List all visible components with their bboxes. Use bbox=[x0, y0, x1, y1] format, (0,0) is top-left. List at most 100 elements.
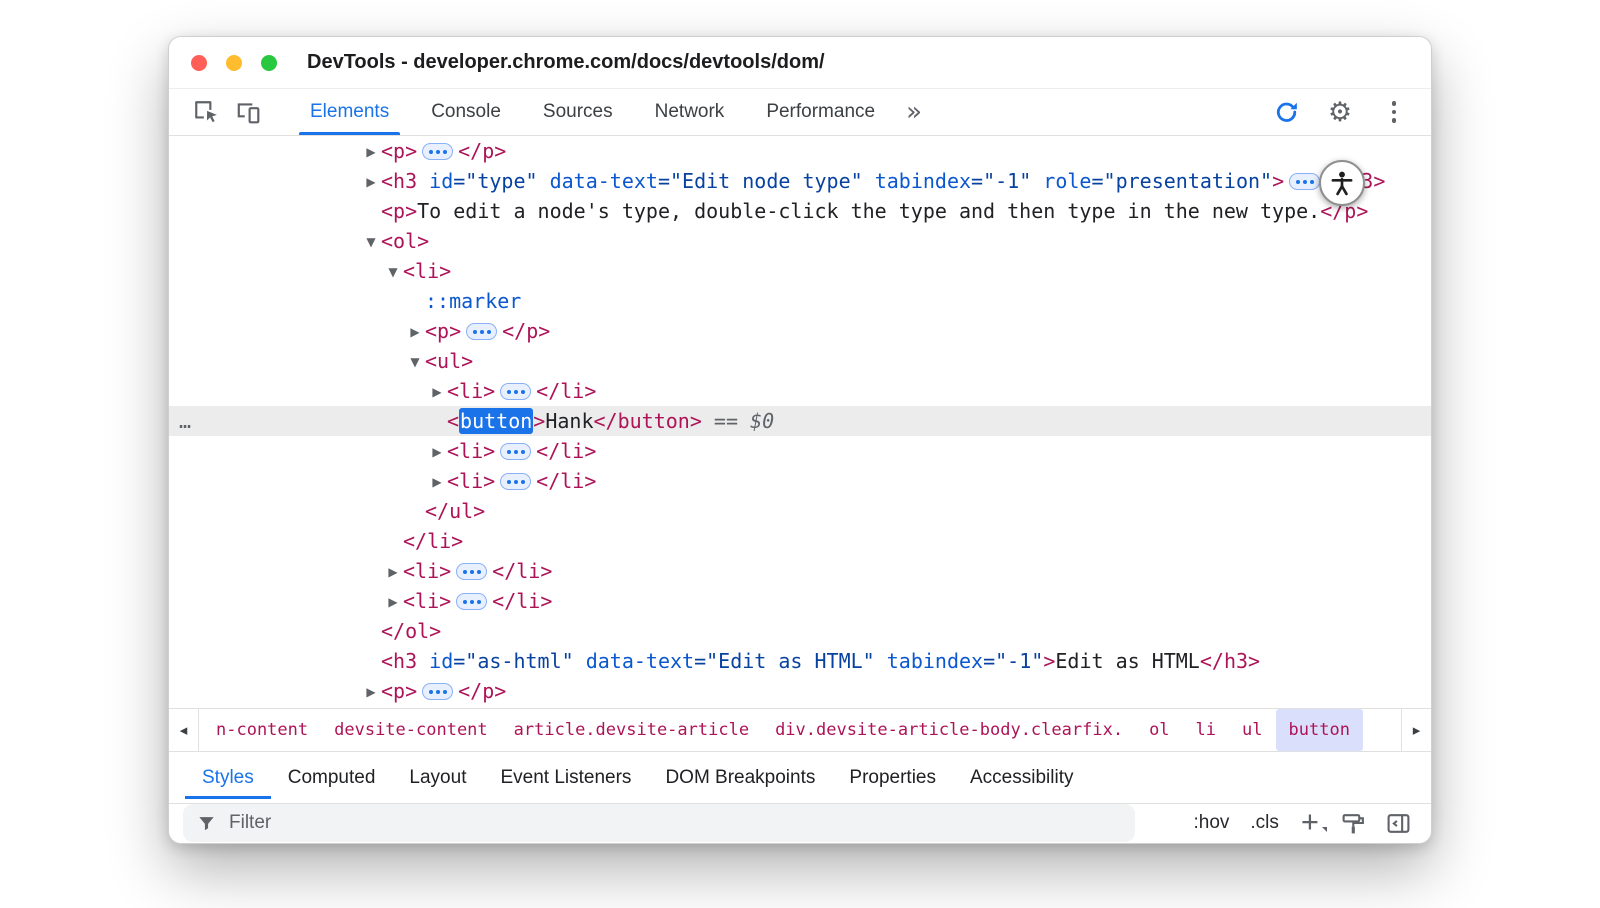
pill-dot bbox=[1310, 180, 1314, 184]
sidebar-tab-styles[interactable]: Styles bbox=[185, 756, 271, 799]
sidebar-tab-properties[interactable]: Properties bbox=[832, 756, 953, 799]
tree-row[interactable]: ▶<li></li> bbox=[169, 556, 1431, 586]
disclosure-collapsed-icon[interactable]: ▶ bbox=[427, 377, 447, 407]
expand-children-icon[interactable] bbox=[500, 473, 531, 490]
tab-elements[interactable]: Elements bbox=[289, 89, 410, 135]
filter-input[interactable] bbox=[227, 811, 1121, 835]
selected-tag-name: button bbox=[459, 408, 533, 434]
expand-children-icon[interactable] bbox=[456, 563, 487, 580]
pill-dot bbox=[429, 150, 433, 154]
disclosure-expanded-icon[interactable]: ▼ bbox=[383, 257, 403, 287]
disclosure-collapsed-icon[interactable]: ▶ bbox=[383, 587, 403, 617]
filter-field[interactable] bbox=[183, 804, 1135, 842]
tree-row[interactable]: ▶<p></p> bbox=[169, 316, 1431, 346]
pill-dot bbox=[443, 690, 447, 694]
tab-sources[interactable]: Sources bbox=[522, 89, 634, 135]
tree-row[interactable]: ▼<ul> bbox=[169, 346, 1431, 376]
pill-dot bbox=[521, 390, 525, 394]
breadcrumb: ◂ n-contentdevsite-contentarticle.devsit… bbox=[169, 708, 1431, 752]
pill-dot bbox=[477, 570, 481, 574]
tag-token: > bbox=[1043, 649, 1055, 673]
disclosure-collapsed-icon[interactable]: ▶ bbox=[361, 677, 381, 707]
tree-row[interactable]: </li> bbox=[169, 526, 1431, 556]
expand-children-icon[interactable] bbox=[500, 383, 531, 400]
toggle-sidebar-button[interactable] bbox=[1379, 805, 1417, 841]
tree-row[interactable]: ▼<li> bbox=[169, 256, 1431, 286]
breadcrumb-scroll-left-button[interactable]: ◂ bbox=[169, 709, 199, 751]
refresh-button[interactable] bbox=[1265, 94, 1307, 130]
tree-row[interactable]: ▼<ol> bbox=[169, 226, 1431, 256]
settings-button[interactable]: ⚙ bbox=[1319, 94, 1361, 130]
disclosure-collapsed-icon[interactable]: ▶ bbox=[361, 167, 381, 197]
expand-children-icon[interactable] bbox=[422, 143, 453, 160]
tree-row[interactable]: <h3 id="as-html" data-text="Edit as HTML… bbox=[169, 646, 1431, 676]
disclosure-collapsed-icon[interactable]: ▶ bbox=[405, 317, 425, 347]
disclosure-collapsed-icon[interactable]: ▶ bbox=[383, 557, 403, 587]
tag-token: <h3 bbox=[381, 649, 417, 673]
breadcrumb-item-li[interactable]: li bbox=[1183, 709, 1229, 751]
row-overflow-icon[interactable]: … bbox=[179, 406, 192, 436]
breadcrumb-item-button[interactable]: button bbox=[1276, 709, 1363, 751]
sidebar-tab-layout[interactable]: Layout bbox=[392, 756, 483, 799]
menu-button[interactable] bbox=[1373, 94, 1415, 130]
text-token: Hank bbox=[545, 409, 593, 433]
disclosure-collapsed-icon[interactable]: ▶ bbox=[427, 467, 447, 497]
sidebar-tab-computed[interactable]: Computed bbox=[271, 756, 393, 799]
tree-row[interactable]: ▶<p></p> bbox=[169, 136, 1431, 166]
disclosure-collapsed-icon[interactable]: ▶ bbox=[427, 437, 447, 467]
expand-children-icon[interactable] bbox=[456, 593, 487, 610]
tree-row[interactable]: <p>To edit a node's type, double-click t… bbox=[169, 196, 1431, 226]
breadcrumb-item-ol[interactable]: ol bbox=[1136, 709, 1182, 751]
tab-network[interactable]: Network bbox=[634, 89, 746, 135]
tree-row[interactable]: ▶<li></li> bbox=[169, 376, 1431, 406]
breadcrumb-item-n-content[interactable]: n-content bbox=[203, 709, 321, 751]
device-toolbar-button[interactable] bbox=[227, 94, 269, 130]
close-button[interactable] bbox=[191, 55, 207, 71]
new-style-rule-button[interactable]: + bbox=[1293, 806, 1327, 837]
tab-console[interactable]: Console bbox=[410, 89, 522, 135]
sidebar-tab-event-listeners[interactable]: Event Listeners bbox=[483, 756, 648, 799]
tree-row[interactable]: ▶<p></p> bbox=[169, 676, 1431, 706]
pill-dot bbox=[521, 480, 525, 484]
expand-children-icon[interactable] bbox=[422, 683, 453, 700]
breadcrumb-item-devsite-content[interactable]: devsite-content bbox=[321, 709, 501, 751]
tag-token: <li> bbox=[403, 559, 451, 583]
window-titlebar: DevTools - developer.chrome.com/docs/dev… bbox=[169, 37, 1431, 89]
tree-row[interactable]: ::marker bbox=[169, 286, 1431, 316]
tree-row[interactable]: ▶<li></li> bbox=[169, 436, 1431, 466]
tree-row[interactable]: </ul> bbox=[169, 496, 1431, 526]
tag-token: </li> bbox=[536, 469, 596, 493]
breadcrumb-item-article-devsite-article[interactable]: article.devsite-article bbox=[501, 709, 762, 751]
sidebar-tab-dom-breakpoints[interactable]: DOM Breakpoints bbox=[648, 756, 832, 799]
tab-performance[interactable]: Performance bbox=[745, 89, 896, 135]
pill-dot bbox=[514, 390, 518, 394]
expand-children-icon[interactable] bbox=[500, 443, 531, 460]
tree-row[interactable]: ▶<h3 id="type" data-text="Edit node type… bbox=[169, 166, 1431, 196]
breadcrumb-scroll-right-button[interactable]: ▸ bbox=[1401, 709, 1431, 751]
tree-row[interactable]: </ol> bbox=[169, 616, 1431, 646]
maximize-button[interactable] bbox=[261, 55, 277, 71]
expand-children-icon[interactable] bbox=[1289, 173, 1320, 190]
inspect-element-button[interactable] bbox=[185, 94, 227, 130]
tree-row[interactable]: ▶<li></li> bbox=[169, 586, 1431, 616]
breadcrumb-item-ul[interactable]: ul bbox=[1229, 709, 1275, 751]
tag-token: <li> bbox=[403, 589, 451, 613]
pill-dot bbox=[463, 570, 467, 574]
sidebar-tab-accessibility[interactable]: Accessibility bbox=[953, 756, 1090, 799]
rendering-emulation-button[interactable] bbox=[1334, 805, 1372, 841]
pill-dot bbox=[487, 330, 491, 334]
more-tabs-button[interactable]: » bbox=[906, 99, 922, 125]
disclosure-collapsed-icon[interactable]: ▶ bbox=[361, 137, 381, 167]
breadcrumb-item-div-devsite-article-body-clearfix[interactable]: div.devsite-article-body.clearfix. bbox=[762, 709, 1136, 751]
minimize-button[interactable] bbox=[226, 55, 242, 71]
disclosure-expanded-icon[interactable]: ▼ bbox=[361, 227, 381, 257]
kebab-menu-icon bbox=[1392, 101, 1397, 123]
tree-row[interactable]: …<button>Hank</button> == $0 bbox=[169, 406, 1431, 436]
attribute-name: data-text bbox=[574, 649, 694, 673]
expand-children-icon[interactable] bbox=[466, 323, 497, 340]
tag-token: </ol> bbox=[381, 619, 441, 643]
toggle-element-state-button[interactable]: :hov bbox=[1186, 808, 1236, 838]
disclosure-expanded-icon[interactable]: ▼ bbox=[405, 347, 425, 377]
element-classes-button[interactable]: .cls bbox=[1243, 808, 1286, 838]
tree-row[interactable]: ▶<li></li> bbox=[169, 466, 1431, 496]
